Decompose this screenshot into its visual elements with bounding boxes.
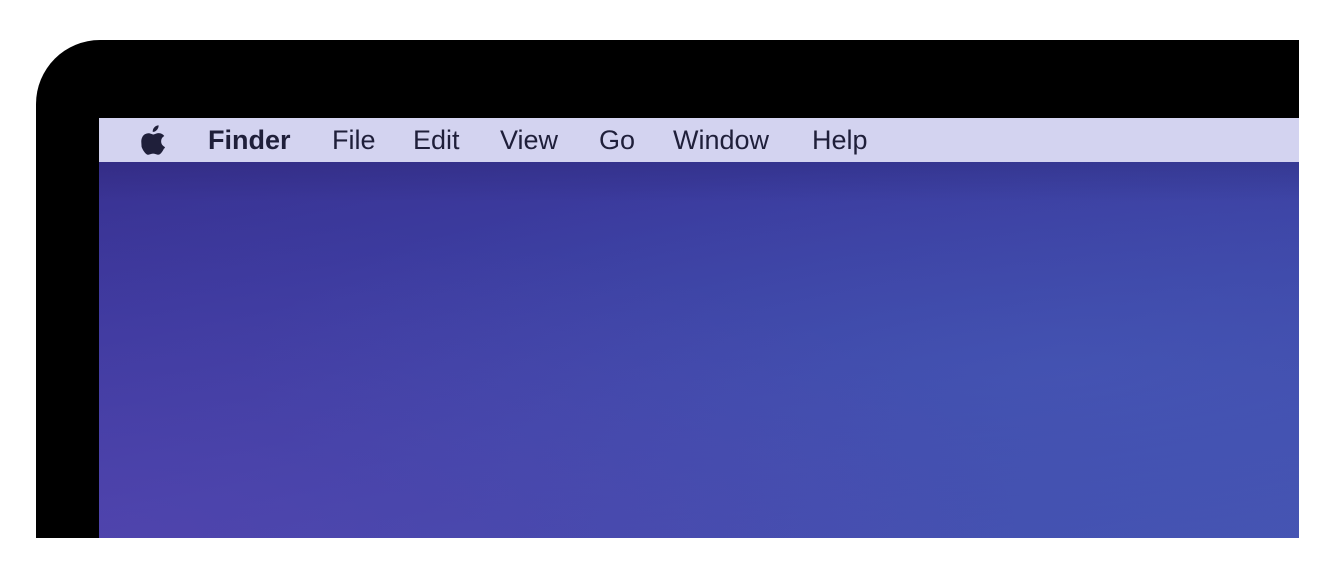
apple-logo-icon[interactable]	[141, 124, 167, 156]
desktop-wallpaper[interactable]	[99, 162, 1299, 538]
screen: Finder File Edit View Go Window Help	[99, 118, 1299, 538]
menu-go[interactable]: Go	[599, 118, 635, 162]
menu-file[interactable]: File	[332, 118, 376, 162]
menu-window[interactable]: Window	[673, 118, 769, 162]
monitor-bezel: Finder File Edit View Go Window Help	[36, 40, 1299, 538]
menu-help[interactable]: Help	[812, 118, 868, 162]
menu-app-finder[interactable]: Finder	[208, 118, 291, 162]
menu-view[interactable]: View	[500, 118, 558, 162]
menu-edit[interactable]: Edit	[413, 118, 460, 162]
menu-bar: Finder File Edit View Go Window Help	[99, 118, 1299, 162]
